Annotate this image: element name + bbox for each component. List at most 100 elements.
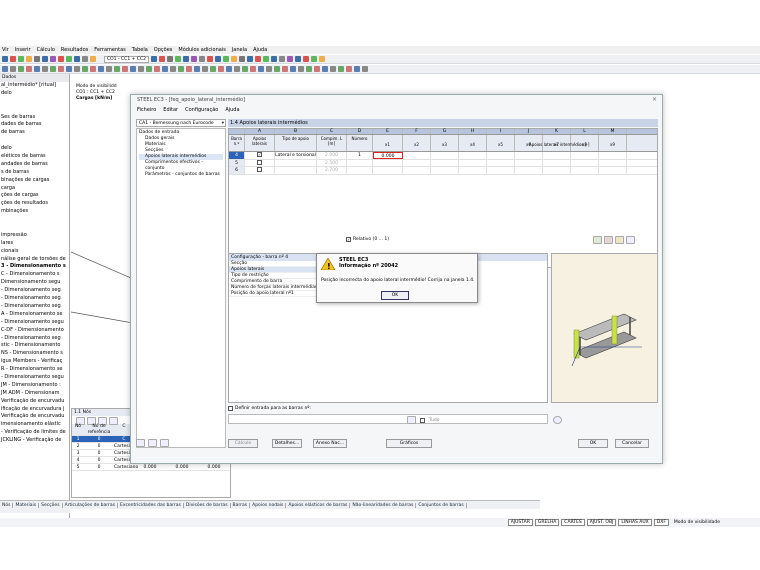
grid-cell[interactable]: 2.500 [317,159,347,166]
navigator-item[interactable]: lares [0,240,69,248]
toolbar-icon[interactable] [18,66,24,72]
dialog-menu-item[interactable]: Configuração [185,107,218,113]
relative-checkbox[interactable]: ✓ [346,237,351,242]
define-checkbox[interactable] [228,406,233,411]
navigator-item[interactable]: Dimensionamento segu [0,279,69,287]
tool-icon[interactable] [148,439,157,447]
grid-cell[interactable] [599,167,627,174]
toolbar-icon[interactable] [138,66,144,72]
calc-button[interactable]: Cálculo [228,439,258,448]
navigator-item[interactable]: JM - Dimensionamento : [0,382,69,390]
grid-cell[interactable] [543,167,571,174]
navigator-item[interactable]: s de barras [0,169,69,177]
toolbar-icon[interactable] [10,66,16,72]
grid-cell[interactable] [571,167,599,174]
toolbar-icon[interactable] [122,66,128,72]
grid-row[interactable]: 6 2.700 [229,167,657,175]
navigator-item[interactable]: A - Dimensionamento se [0,311,69,319]
navigator-item[interactable]: ções de cargas [0,192,69,200]
select-icon[interactable] [407,416,416,424]
table-row[interactable]: 5 0 Cartesiano 0.000 0.000 0.000 [72,464,230,471]
toolbar-icon[interactable] [182,56,189,62]
load-combo[interactable]: CO1 - CC1 + CC2 [104,55,149,63]
grid-cell[interactable] [403,152,431,159]
toolbar-icon[interactable] [18,56,24,62]
toolbar-icon[interactable] [158,56,165,62]
table-tab[interactable]: Excentricidades das barras [118,502,184,508]
grid-cell[interactable] [403,167,431,174]
toolbar-icon[interactable] [82,66,88,72]
menu-item[interactable]: Ferramentas [94,47,126,53]
toolbar-icon[interactable] [282,66,288,72]
toolbar-icon[interactable] [206,56,213,62]
grid-cell[interactable]: 2.700 [317,167,347,174]
graphics-button[interactable]: Gráficos [386,439,432,448]
tool-icon[interactable] [160,439,169,447]
toolbar-icon[interactable] [298,66,304,72]
navigator-item[interactable] [0,216,69,224]
toolbar-icon[interactable] [222,56,229,62]
toolbar-icon[interactable] [338,66,344,72]
grid-row[interactable]: 4 ✓ Lateral e torsional 2.000 1 0.000 [229,152,657,160]
toolbar-icon[interactable] [246,56,253,62]
menu-item[interactable]: Inserir [15,47,31,53]
navigator-item[interactable]: stic - Dimensionamento [0,342,69,350]
toolbar-icon[interactable] [238,56,245,62]
grid-cell[interactable] [487,167,515,174]
navigator-item[interactable] [0,137,69,145]
table-tab[interactable]: Materiais [13,502,40,508]
toolbar-icon[interactable] [34,56,40,62]
grid-cell[interactable] [599,159,627,166]
navigator-item[interactable]: NS - Dimensionamento s [0,350,69,358]
navigator-item[interactable]: de barras [0,129,69,137]
toolbar-icon[interactable] [214,56,221,62]
table-tab[interactable]: Não-linearidades de barras [350,502,417,508]
toolbar-icon[interactable] [290,66,296,72]
toolbar-icon[interactable] [322,66,328,72]
menu-item[interactable]: Resultados [61,47,88,53]
grid-cell[interactable] [275,159,317,166]
grid-cell[interactable] [373,167,403,174]
toolbar-icon[interactable] [174,56,181,62]
navigator-item[interactable]: al_intermédio* [ritual] [0,82,69,90]
navigator-item[interactable]: mbinações [0,208,69,216]
navigator-item[interactable]: carga [0,185,69,193]
grid-cell[interactable]: Lateral e torsional [275,152,317,159]
toolbar-icon[interactable] [302,56,309,62]
toolbar-icon[interactable] [226,66,232,72]
toolbar-icon[interactable] [90,56,96,62]
tool-icon[interactable] [136,439,145,447]
toolbar-icon[interactable] [150,56,157,62]
toolbar-icon[interactable] [66,66,72,72]
navigator-item[interactable]: - Dimensionamento seg [0,303,69,311]
status-toggle[interactable]: AJUSTAR [507,519,533,526]
toolbar-icon[interactable] [186,66,192,72]
toolbar-icon[interactable] [310,56,317,62]
grid-cell[interactable] [347,167,373,174]
toolbar-icon[interactable] [278,56,285,62]
toolbar-icon[interactable] [254,56,261,62]
toolbar-icon[interactable] [258,66,264,72]
table-tab[interactable]: Apoios nodais [250,502,287,508]
toolbar-icon[interactable] [194,66,200,72]
grid-cell[interactable] [347,159,373,166]
navigator-item[interactable] [0,224,69,232]
toolbar-icon[interactable] [354,66,360,72]
grid-cell[interactable] [515,152,543,159]
toolbar-icon[interactable] [114,66,120,72]
toolbar-icon[interactable] [26,56,32,62]
toolbar-icon[interactable] [130,66,136,72]
grid-cell[interactable] [599,152,627,159]
toolbar-icon[interactable] [58,66,64,72]
dialog-menu-item[interactable]: Ajuda [225,107,239,113]
toolbar-icon[interactable] [198,56,205,62]
navigator-item[interactable]: igus Members - Verificaç [0,358,69,366]
grid-cell[interactable] [487,152,515,159]
grid-cell[interactable] [275,167,317,174]
tree-item[interactable]: Parâmetros - conjuntos de barras [139,172,223,178]
status-toggle[interactable]: AJUST. OBJ [586,519,617,526]
details-button[interactable]: Detalhes... [272,439,302,448]
navigator-item[interactable]: JCKLING - Verificação de [0,437,69,445]
navigator-item[interactable]: delo [0,145,69,153]
toolbar-icon[interactable] [42,66,48,72]
